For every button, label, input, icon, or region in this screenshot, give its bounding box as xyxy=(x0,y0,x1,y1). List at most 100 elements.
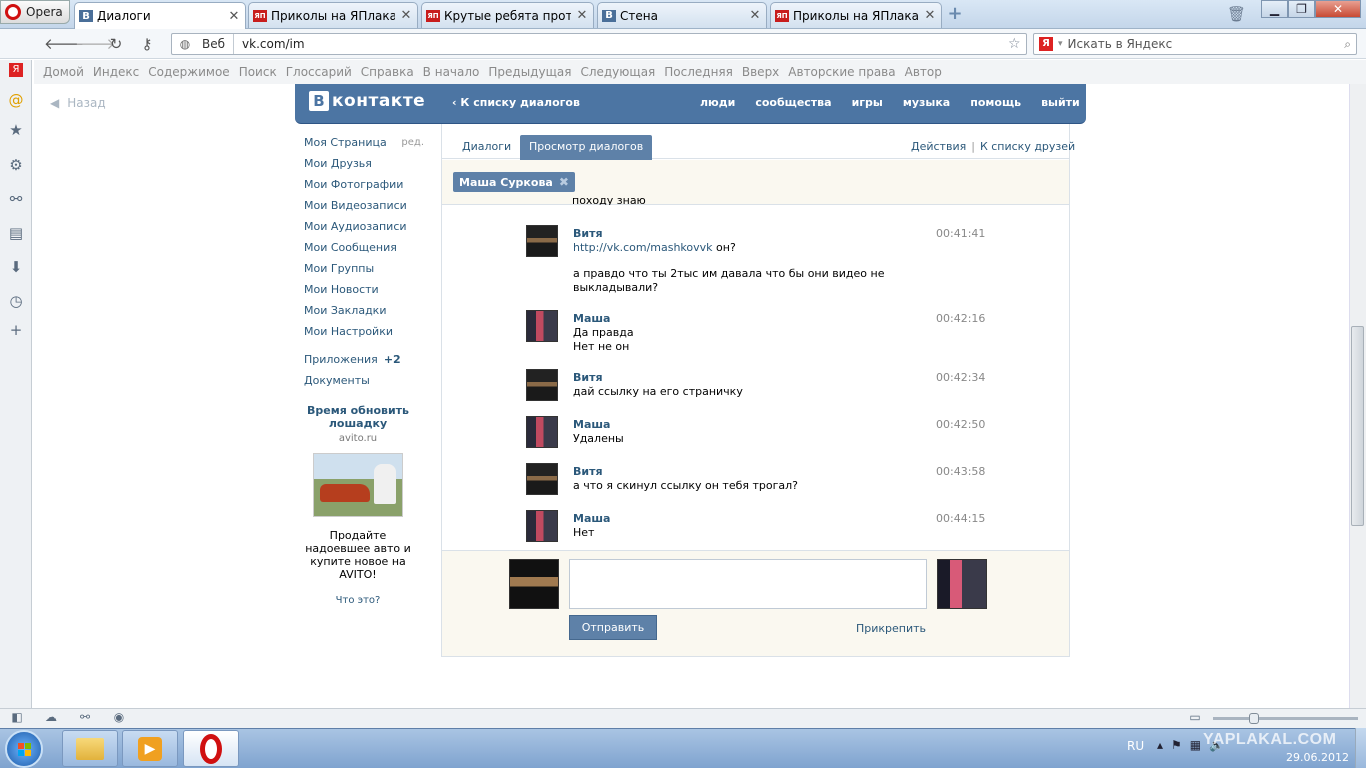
to-friends-link[interactable]: К списку друзей xyxy=(980,140,1075,153)
taskbar-explorer[interactable] xyxy=(62,730,118,767)
maximize-button[interactable]: ❐ xyxy=(1288,0,1315,18)
trash-icon[interactable]: 🗑 xyxy=(1227,5,1246,23)
close-tab-icon[interactable]: ✕ xyxy=(748,8,762,23)
address-field[interactable]: ◍ Веб vk.com/im ☆ xyxy=(171,33,1027,55)
peer-chip[interactable]: Маша Суркова ✖ xyxy=(453,172,575,192)
avatar[interactable] xyxy=(526,310,558,342)
menu-item-news[interactable]: Мои Новости xyxy=(304,279,424,300)
widgets-gear-icon[interactable]: ⚙ xyxy=(6,155,26,175)
clock-date[interactable]: 29.06.2012 xyxy=(1286,751,1349,764)
tray-expand-icon[interactable]: ▴ xyxy=(1157,738,1163,752)
avatar[interactable] xyxy=(526,225,558,257)
close-tab-icon[interactable]: ✕ xyxy=(575,8,589,23)
tab-yaplakal-3[interactable]: ЯП Приколы на ЯПлакал... ✕ xyxy=(770,2,942,28)
nav-contents[interactable]: Содержимое xyxy=(148,65,229,79)
nav-logout[interactable]: выйти xyxy=(1041,96,1080,109)
avatar[interactable] xyxy=(526,463,558,495)
attach-link[interactable]: Прикрепить xyxy=(856,622,926,635)
key-icon[interactable]: ⚷ xyxy=(137,35,157,53)
to-dialog-list-link[interactable]: ‹ К списку диалогов xyxy=(452,96,580,109)
close-window-button[interactable]: ✕ xyxy=(1315,0,1361,18)
back-link[interactable]: ◀ Назад xyxy=(50,96,106,110)
forward-arrow-icon[interactable]: 🡒 xyxy=(75,35,115,53)
menu-item-my-page[interactable]: Моя Страница ред. xyxy=(304,132,424,153)
ad-image[interactable] xyxy=(313,453,403,517)
remove-peer-icon[interactable]: ✖ xyxy=(559,175,569,189)
edit-link[interactable]: ред. xyxy=(401,137,424,148)
message-link[interactable]: http://vk.com/mashkovvk xyxy=(573,241,713,254)
nav-glossary[interactable]: Глоссарий xyxy=(286,65,352,79)
downloads-icon[interactable]: ⬇ xyxy=(6,257,26,277)
nav-copyright[interactable]: Авторские права xyxy=(788,65,895,79)
taskbar-media-player[interactable]: ▶ xyxy=(122,730,178,767)
reload-icon[interactable]: ↻ xyxy=(106,35,126,53)
back-arrow-icon[interactable]: 🡐 xyxy=(44,35,84,53)
menu-item-documents[interactable]: Документы xyxy=(304,370,424,391)
message-author[interactable]: Витя xyxy=(573,465,603,478)
nav-people[interactable]: люди xyxy=(700,96,735,109)
add-panel-icon[interactable]: + xyxy=(6,320,26,340)
vk-logo[interactable]: В контакте xyxy=(309,91,425,111)
bookmark-star-icon[interactable]: ☆ xyxy=(1008,36,1026,52)
nav-games[interactable]: игры xyxy=(852,96,883,109)
advertisement[interactable]: Время обновить лошадку avito.ru Продайте… xyxy=(298,404,418,606)
search-field[interactable]: Я ▾ Искать в Яндекс ⌕ xyxy=(1033,33,1357,55)
message-author[interactable]: Витя xyxy=(573,371,603,384)
network-icon[interactable]: ▦ xyxy=(1190,738,1201,752)
scrollbar-thumb[interactable] xyxy=(1351,326,1364,526)
tab-view-dialogs[interactable]: Просмотр диалогов xyxy=(520,135,653,160)
avatar[interactable] xyxy=(526,510,558,542)
message-author[interactable]: Маша xyxy=(573,312,610,325)
peer-avatar[interactable] xyxy=(937,559,987,609)
search-dropdown-icon[interactable]: ▾ xyxy=(1058,39,1063,49)
close-tab-icon[interactable]: ✕ xyxy=(399,8,413,23)
message-author[interactable]: Витя xyxy=(573,227,603,240)
new-tab-icon[interactable]: + xyxy=(946,5,964,23)
nav-last[interactable]: Последняя xyxy=(664,65,733,79)
language-indicator[interactable]: RU xyxy=(1127,739,1144,753)
close-tab-icon[interactable]: ✕ xyxy=(923,8,937,23)
action-center-icon[interactable]: ⚑ xyxy=(1171,738,1182,752)
nav-next[interactable]: Следующая xyxy=(580,65,655,79)
address-url[interactable]: vk.com/im xyxy=(234,37,1008,51)
unite-status-icon[interactable]: ⚯ xyxy=(76,710,94,726)
tab-wall[interactable]: В Стена ✕ xyxy=(597,2,767,28)
tab-yaplakal-2[interactable]: ЯП Крутые ребята против... ✕ xyxy=(421,2,594,28)
yandex-panel-icon[interactable]: Я xyxy=(9,63,23,77)
nav-help-vk[interactable]: помощь xyxy=(970,96,1021,109)
zoom-knob[interactable] xyxy=(1249,713,1259,724)
nav-author[interactable]: Автор xyxy=(905,65,942,79)
ad-title[interactable]: Время обновить лошадку xyxy=(298,404,418,430)
menu-item-audio[interactable]: Мои Аудиозаписи xyxy=(304,216,424,237)
panel-toggle-icon[interactable]: ◧ xyxy=(8,710,26,726)
unite-icon[interactable]: ⚯ xyxy=(6,189,26,209)
minimize-button[interactable]: ▁ xyxy=(1261,0,1288,18)
menu-item-friends[interactable]: Мои Друзья xyxy=(304,153,424,174)
nav-communities[interactable]: сообщества xyxy=(755,96,831,109)
message-author[interactable]: Маша xyxy=(573,418,610,431)
menu-item-messages[interactable]: Мои Сообщения xyxy=(304,237,424,258)
view-mode-icon[interactable]: ▭ xyxy=(1186,710,1204,726)
history-clock-icon[interactable]: ◷ xyxy=(6,291,26,311)
nav-first[interactable]: В начало xyxy=(423,65,480,79)
nav-previous[interactable]: Предыдущая xyxy=(488,65,571,79)
notes-icon[interactable]: ▤ xyxy=(6,223,26,243)
start-button[interactable] xyxy=(5,730,43,768)
menu-item-apps[interactable]: Приложения +2 xyxy=(304,349,424,370)
show-desktop-button[interactable] xyxy=(1355,728,1366,768)
close-tab-icon[interactable]: ✕ xyxy=(227,9,241,24)
menu-item-photos[interactable]: Мои Фотографии xyxy=(304,174,424,195)
send-button[interactable]: Отправить xyxy=(569,615,657,640)
mail-icon[interactable]: @ xyxy=(6,90,26,110)
tab-yaplakal-1[interactable]: ЯП Приколы на ЯПлакалъ ✕ xyxy=(248,2,418,28)
avatar[interactable] xyxy=(526,416,558,448)
zoom-slider[interactable] xyxy=(1213,713,1358,724)
message-input[interactable] xyxy=(569,559,927,609)
ad-what-link[interactable]: Что это? xyxy=(298,595,418,606)
nav-index[interactable]: Индекс xyxy=(93,65,139,79)
nav-music[interactable]: музыка xyxy=(903,96,950,109)
turbo-icon[interactable]: ◉ xyxy=(110,710,128,726)
avatar[interactable] xyxy=(526,369,558,401)
my-avatar[interactable] xyxy=(509,559,559,609)
nav-help[interactable]: Справка xyxy=(361,65,414,79)
